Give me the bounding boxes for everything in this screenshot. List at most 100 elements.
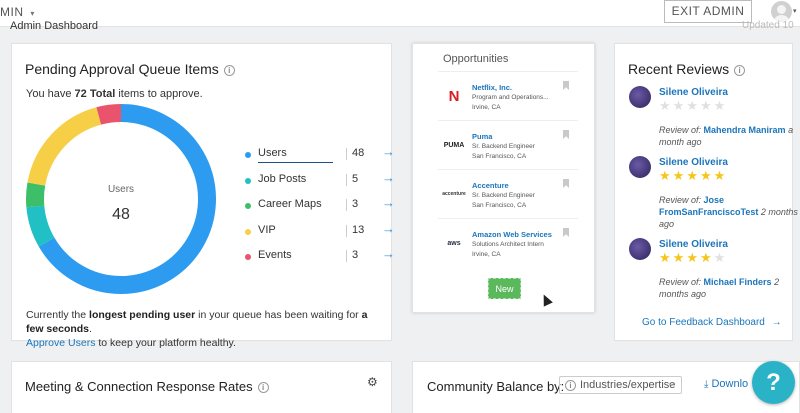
review-of-label: Review of: bbox=[659, 195, 704, 205]
reviewer-name[interactable]: Silene Oliveira bbox=[659, 157, 728, 168]
info-icon[interactable]: i bbox=[257, 382, 269, 394]
footer-bold: longest pending user bbox=[89, 309, 196, 321]
caret-down-icon[interactable]: ▾ bbox=[793, 7, 797, 15]
star-icon: ★ bbox=[699, 250, 714, 265]
feedback-link-label[interactable]: Go to Feedback Dashboard bbox=[642, 317, 765, 328]
pending-approval-card: Pending Approval Queue Items i You have 7… bbox=[11, 43, 395, 349]
legend-divider bbox=[346, 250, 347, 262]
legend-count: 3 bbox=[352, 249, 359, 261]
download-icon[interactable]: ⤓ bbox=[704, 379, 708, 390]
opportunity-company[interactable]: Puma bbox=[472, 132, 492, 141]
select-value[interactable]: Industries/expertise bbox=[580, 379, 675, 391]
avatar[interactable] bbox=[629, 86, 651, 108]
arrow-right-icon[interactable]: → bbox=[382, 144, 395, 159]
donut-segment-events[interactable] bbox=[96, 104, 122, 125]
reviews-title: Recent Reviews bbox=[628, 61, 730, 77]
footer-text: . bbox=[89, 323, 92, 335]
legend-item-users[interactable]: Users 48 → bbox=[245, 144, 395, 164]
donut-segment-vip[interactable] bbox=[27, 107, 102, 186]
exit-admin-button[interactable]: EXIT ADMIN bbox=[664, 0, 752, 23]
arrow-right-icon[interactable]: → bbox=[382, 246, 395, 261]
footer-text: Currently the bbox=[26, 309, 90, 321]
star-icon: ★ bbox=[659, 250, 673, 265]
opportunity-company[interactable]: Netflix, Inc. bbox=[472, 83, 512, 92]
footer-text: in your queue has been waiting for bbox=[195, 309, 362, 321]
gear-icon[interactable]: ⚙ bbox=[367, 375, 378, 389]
caret-down-icon[interactable]: ▾ bbox=[30, 9, 35, 18]
legend-label[interactable]: Users bbox=[258, 147, 287, 159]
avatar[interactable] bbox=[629, 238, 651, 260]
review-of-text: Review of: Jose FromSanFranciscoTest 2 m… bbox=[659, 194, 799, 230]
info-icon: i bbox=[565, 379, 576, 391]
help-button[interactable]: ? bbox=[752, 361, 795, 404]
chevron-down-icon[interactable]: ⌄ bbox=[667, 375, 676, 391]
company-logo: PUMA bbox=[443, 141, 465, 149]
mouse-cursor-icon bbox=[539, 292, 553, 307]
opportunity-company[interactable]: Accenture bbox=[472, 181, 509, 190]
pending-title-row: Pending Approval Queue Items i bbox=[25, 61, 235, 77]
recent-reviews-card: Recent Reviews i Silene Oliveira ★★★★★ Revi… bbox=[614, 43, 798, 341]
community-title: Community Balance by: bbox=[427, 379, 565, 394]
download-label[interactable]: Downlo bbox=[711, 378, 748, 390]
legend-dot bbox=[245, 152, 251, 158]
legend-item-events[interactable]: Events 3 → bbox=[245, 246, 395, 266]
arrow-right-icon[interactable]: → bbox=[382, 221, 395, 236]
pending-title: Pending Approval Queue Items bbox=[25, 61, 219, 77]
download-link[interactable]: ⤓ Downlo bbox=[704, 378, 748, 390]
meeting-title: Meeting & Connection Response Rates bbox=[25, 379, 253, 394]
star-icon: ★ bbox=[713, 250, 728, 265]
admin-menu-label[interactable]: MIN bbox=[0, 5, 24, 19]
bookmark-icon[interactable] bbox=[563, 81, 569, 90]
arrow-right-icon[interactable]: → bbox=[772, 317, 782, 328]
opportunity-item[interactable]: N Netflix, Inc. Program and Operations... I… bbox=[438, 71, 578, 120]
bookmark-icon[interactable] bbox=[563, 130, 569, 139]
star-icon: ★ bbox=[659, 168, 673, 183]
company-logo: aws bbox=[447, 239, 461, 247]
legend-item-vip[interactable]: VIP 13 → bbox=[245, 221, 395, 241]
donut-segment-career-maps[interactable] bbox=[26, 182, 46, 208]
reviewer-name[interactable]: Silene Oliveira bbox=[659, 239, 728, 250]
review-subject[interactable]: Mahendra Maniram bbox=[704, 125, 786, 135]
legend-label[interactable]: Events bbox=[258, 249, 292, 261]
opportunity-company[interactable]: Amazon Web Services bbox=[472, 230, 552, 239]
star-icon: ★ bbox=[699, 168, 714, 183]
company-logo: N bbox=[448, 87, 460, 105]
legend-label[interactable]: VIP bbox=[258, 224, 276, 236]
legend-item-job-posts[interactable]: Job Posts 5 → bbox=[245, 170, 395, 190]
approve-users-link[interactable]: Approve Users bbox=[26, 337, 95, 349]
bookmark-icon[interactable] bbox=[563, 228, 569, 237]
arrow-right-icon[interactable]: → bbox=[382, 195, 395, 210]
reviewer-name[interactable]: Silene Oliveira bbox=[659, 87, 728, 98]
legend-dot bbox=[245, 254, 251, 260]
industries-select[interactable]: i Industries/expertise ⌄ bbox=[559, 376, 682, 394]
star-rating: ★★★★★ bbox=[659, 98, 727, 114]
subtitle-pre: You have bbox=[26, 88, 75, 100]
admin-menu[interactable]: MIN ▾ bbox=[0, 5, 35, 19]
opportunity-item[interactable]: aws Amazon Web Services Solutions Architec… bbox=[438, 218, 578, 267]
active-underline bbox=[258, 162, 333, 163]
community-balance-card: Community Balance by: i Industries/expert… bbox=[412, 361, 800, 413]
new-button[interactable]: New bbox=[488, 278, 521, 299]
legend-label[interactable]: Job Posts bbox=[258, 173, 306, 185]
avatar[interactable] bbox=[629, 156, 651, 178]
legend-label[interactable]: Career Maps bbox=[258, 198, 322, 210]
legend-count: 3 bbox=[352, 198, 359, 210]
review-subject[interactable]: Michael Finders bbox=[704, 277, 772, 287]
star-rating: ★★★★★ bbox=[659, 168, 727, 184]
donut-segment-job-posts[interactable] bbox=[26, 205, 55, 247]
legend-item-career-maps[interactable]: Career Maps 3 → bbox=[245, 195, 395, 215]
feedback-dashboard-link[interactable]: Go to Feedback Dashboard → bbox=[642, 317, 782, 328]
subtitle-post: items to approve. bbox=[115, 88, 203, 100]
opportunity-item[interactable]: accenture Accenture Sr. Backend Engineer Sa… bbox=[438, 169, 578, 218]
star-icon: ★ bbox=[686, 250, 700, 265]
info-icon[interactable]: i bbox=[734, 64, 746, 76]
info-icon[interactable]: i bbox=[223, 64, 235, 76]
star-icon: ★ bbox=[713, 168, 728, 183]
legend-divider bbox=[346, 173, 347, 186]
bookmark-icon[interactable] bbox=[563, 179, 569, 188]
star-icon: ★ bbox=[672, 168, 687, 183]
arrow-right-icon[interactable]: → bbox=[382, 170, 395, 185]
opportunity-item[interactable]: PUMA Puma Sr. Backend Engineer San Francisc… bbox=[438, 120, 578, 169]
avatar[interactable] bbox=[771, 1, 792, 22]
review-of-text: Review of: Mahendra Maniram a month ago bbox=[659, 124, 799, 148]
